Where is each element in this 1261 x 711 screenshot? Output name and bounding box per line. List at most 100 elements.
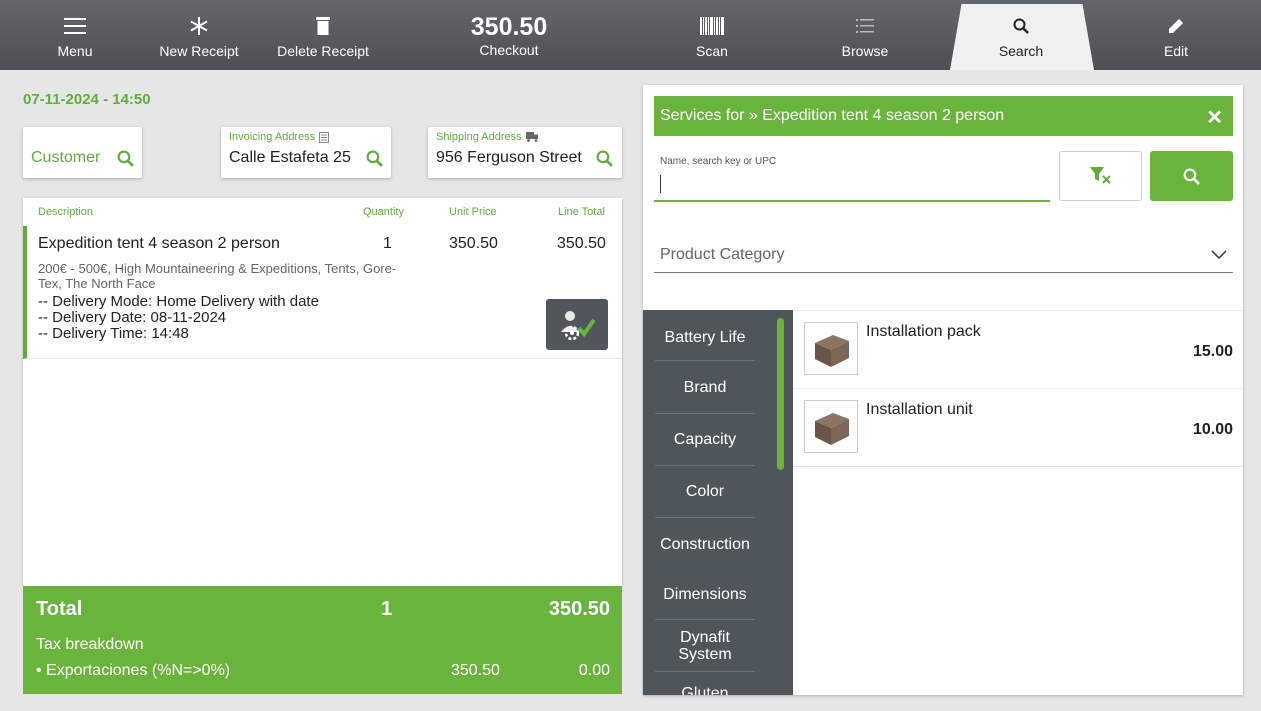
tax-breakdown-title: Tax breakdown <box>36 636 144 653</box>
delivery-date: -- Delivery Date: 08-11-2024 <box>38 309 227 326</box>
services-header: Services for » Expedition tent 4 season … <box>654 96 1233 136</box>
receipt-lines: Description Quantity Unit Price Line Tot… <box>23 198 622 586</box>
total-label: Total <box>36 598 83 620</box>
checkout-label: Checkout <box>479 42 539 58</box>
shipping-caption-text: Shipping Address <box>436 131 522 143</box>
delivery-time: -- Delivery Time: 14:48 <box>38 325 189 342</box>
new-receipt-label: New Receipt <box>159 43 239 59</box>
invoicing-caption-text: Invoicing Address <box>229 131 316 143</box>
pencil-icon <box>1168 15 1184 37</box>
product-name: Installation unit <box>866 401 973 418</box>
line-delivery-properties: -- Delivery Mode: Home Delivery with dat… <box>38 294 319 342</box>
delete-receipt-button[interactable]: Delete Receipt <box>270 0 376 70</box>
invoicing-address-value: Calle Estafeta 25 <box>229 149 351 166</box>
browse-label: Browse <box>841 43 889 59</box>
checkout-amount: 350.50 <box>470 13 548 41</box>
customer-selector[interactable]: Customer <box>23 127 142 178</box>
receipt-datetime: 07-11-2024 - 14:50 <box>23 91 151 108</box>
asterisk-icon <box>189 15 209 37</box>
shipping-search-icon <box>596 150 613 172</box>
filter-clear-icon <box>1089 167 1111 184</box>
tax-name: • Exportaciones (%N=>0%) <box>36 662 231 679</box>
line-total: 350.50 <box>557 235 606 252</box>
column-description: Description <box>38 206 94 218</box>
barcode-icon <box>700 15 724 37</box>
column-unit-price: Unit Price <box>449 206 497 218</box>
line-attributes: 200€ - 500€, High Mountaineering & Exped… <box>38 261 397 291</box>
product-price: 10.00 <box>1192 421 1233 438</box>
list-item[interactable]: Installation pack 15.00 <box>793 310 1243 389</box>
chevron-down-icon <box>1211 247 1227 265</box>
line-quantity: 1 <box>383 235 392 252</box>
new-receipt-button[interactable]: New Receipt <box>153 0 245 70</box>
shipping-address-value: 956 Ferguson Street <box>436 149 582 166</box>
invoicing-address-caption: Invoicing Address <box>229 131 330 143</box>
category-scrollbar[interactable] <box>777 318 784 470</box>
delete-receipt-label: Delete Receipt <box>277 43 369 59</box>
line-unit-price: 350.50 <box>449 235 498 252</box>
shipping-address-selector[interactable]: Shipping Address 956 Ferguson Street <box>428 127 622 178</box>
trash-icon <box>316 15 330 37</box>
customer-search-icon <box>117 150 134 172</box>
category-item[interactable]: Battery Life <box>655 315 755 361</box>
search-label: Search <box>998 43 1044 59</box>
total-quantity: 1 <box>381 598 393 620</box>
tax-amount: 0.00 <box>578 662 610 679</box>
product-name: Installation pack <box>866 323 981 340</box>
list-item[interactable]: Installation unit 10.00 <box>793 388 1243 467</box>
category-item[interactable]: Gluten <box>655 678 755 696</box>
receipt-total-bar: Total 1 350.50 Tax breakdown • Exportaci… <box>23 586 622 694</box>
invoicing-address-selector[interactable]: Invoicing Address Calle Estafeta 25 <box>221 127 391 178</box>
category-filter-list: Battery Life Brand Capacity Color Constr… <box>643 310 793 695</box>
tab-search[interactable]: Search <box>988 0 1054 70</box>
search-icon <box>1013 15 1029 37</box>
services-button[interactable] <box>546 299 608 350</box>
services-title: Services for » Expedition tent 4 season … <box>660 107 1005 124</box>
category-item[interactable]: Brand <box>655 362 755 414</box>
column-quantity: Quantity <box>363 206 404 218</box>
top-toolbar: Menu New Receipt Delete Receipt 350.50 C… <box>0 0 1261 70</box>
product-box-icon <box>804 322 858 375</box>
customer-label: Customer <box>31 149 101 166</box>
search-button[interactable] <box>1150 151 1233 201</box>
receipt-column-headers: Description Quantity Unit Price Line Tot… <box>23 198 622 226</box>
shipping-address-caption: Shipping Address <box>436 131 539 143</box>
category-item[interactable]: Capacity <box>655 414 755 466</box>
search-input[interactable]: Name, search key or UPC <box>654 151 1050 202</box>
product-price: 15.00 <box>1192 343 1233 360</box>
edit-label: Edit <box>1163 43 1189 59</box>
menu-button[interactable]: Menu <box>44 0 106 70</box>
checkout-button[interactable]: 350.50 Checkout <box>450 0 568 70</box>
search-icon <box>1183 168 1200 185</box>
total-amount: 350.50 <box>548 598 610 620</box>
category-item[interactable]: Dimensions <box>655 570 755 620</box>
invoicing-search-icon <box>366 150 383 172</box>
scan-label: Scan <box>696 43 728 59</box>
services-product-list: Installation pack 15.00 Installation uni… <box>793 310 1243 695</box>
product-box-icon <box>804 400 858 453</box>
close-icon[interactable]: ✕ <box>1206 105 1223 130</box>
line-description: Expedition tent 4 season 2 person <box>38 235 280 252</box>
truck-icon <box>525 132 538 142</box>
services-panel: Services for » Expedition tent 4 season … <box>643 85 1243 695</box>
edit-button[interactable]: Edit <box>1144 0 1208 70</box>
clear-filter-button[interactable] <box>1059 151 1142 201</box>
tax-base: 350.50 <box>451 662 500 679</box>
menu-label: Menu <box>57 43 93 59</box>
browse-button[interactable]: Browse <box>833 0 897 70</box>
scan-button[interactable]: Scan <box>680 0 744 70</box>
document-icon <box>319 131 330 143</box>
column-line-total: Line Total <box>558 206 605 218</box>
receipt-line[interactable]: Expedition tent 4 season 2 person 1 350.… <box>23 226 622 359</box>
category-item[interactable]: Color <box>655 466 755 518</box>
category-item[interactable]: Construction <box>649 518 761 570</box>
product-category-select[interactable]: Product Category <box>654 237 1233 273</box>
service-technician-icon <box>561 310 596 340</box>
text-caret <box>660 175 661 193</box>
search-placeholder: Name, search key or UPC <box>660 156 777 167</box>
list-icon <box>856 15 874 37</box>
delivery-mode: -- Delivery Mode: Home Delivery with dat… <box>38 293 319 310</box>
menu-icon <box>64 15 86 37</box>
product-category-label: Product Category <box>660 246 785 263</box>
category-item[interactable]: Dynafit System <box>655 620 755 672</box>
